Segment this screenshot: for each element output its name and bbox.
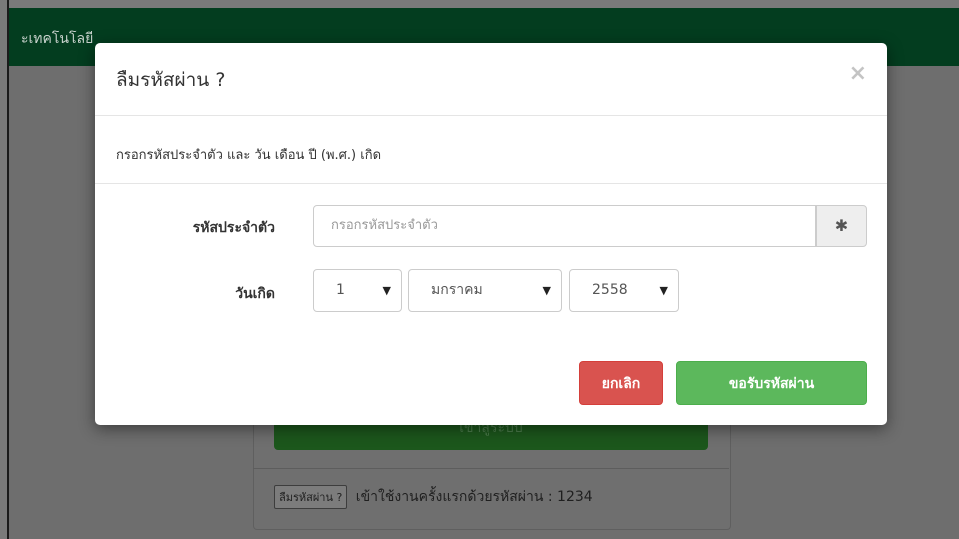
- id-input[interactable]: กรอกรหัสประจำตัว: [313, 205, 816, 247]
- day-value: 1: [336, 282, 345, 298]
- request-password-button[interactable]: ขอรับรหัสผ่าน: [676, 361, 867, 405]
- modal-divider: [95, 183, 887, 184]
- login-panel-divider: [253, 468, 729, 469]
- chevron-down-icon: ▼: [542, 284, 551, 297]
- asterisk-icon[interactable]: ✱: [816, 205, 867, 247]
- cancel-button[interactable]: ยกเลิก: [579, 361, 663, 405]
- forgot-password-modal: ลืมรหัสผ่าน ? × กรอกรหัสประจำตัว และ วัน…: [95, 43, 887, 425]
- modal-title: ลืมรหัสผ่าน ?: [116, 69, 226, 91]
- navbar-brand: ะเทคโนโลยี: [21, 31, 94, 47]
- modal-description: กรอกรหัสประจำตัว และ วัน เดือน ปี (พ.ศ.)…: [116, 148, 382, 163]
- forgot-password-button: ลืมรหัสผ่าน ?: [274, 485, 348, 509]
- birthdate-label: วันเกิด: [235, 286, 275, 302]
- login-footer: ลืมรหัสผ่าน ? เข้าใช้งานครั้งแรกด้วยรหัส…: [274, 485, 593, 509]
- first-login-hint: เข้าใช้งานครั้งแรกด้วยรหัสผ่าน : 1234: [355, 489, 593, 505]
- chevron-down-icon: ▼: [382, 284, 391, 297]
- id-label: รหัสประจำตัว: [192, 220, 275, 236]
- close-icon[interactable]: ×: [849, 61, 867, 86]
- day-select[interactable]: 1 ▼: [313, 269, 402, 312]
- month-value: มกราคม: [431, 282, 483, 298]
- chevron-down-icon: ▼: [659, 284, 668, 297]
- month-select[interactable]: มกราคม ▼: [408, 269, 562, 312]
- year-value: 2558: [592, 282, 628, 298]
- modal-header: ลืมรหัสผ่าน ? ×: [95, 43, 887, 116]
- year-select[interactable]: 2558 ▼: [569, 269, 679, 312]
